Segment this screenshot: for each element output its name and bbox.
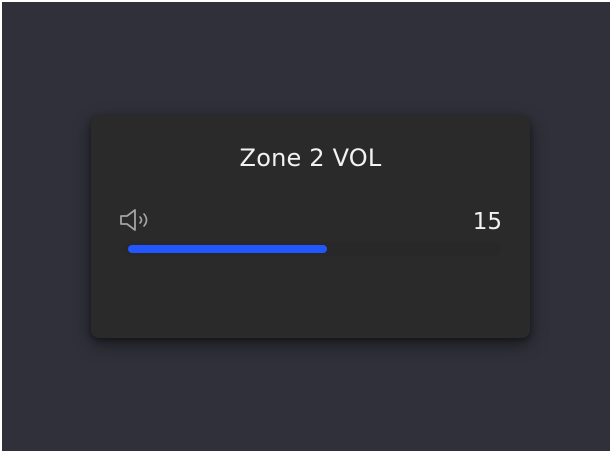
app-screen: Zone 2 VOL 15	[2, 2, 610, 451]
volume-slider[interactable]	[124, 242, 501, 256]
volume-card-title: Zone 2 VOL	[239, 144, 382, 172]
volume-card: Zone 2 VOL 15	[91, 116, 530, 338]
speaker-icon	[120, 209, 148, 231]
volume-slider-fill	[128, 245, 328, 253]
volume-value: 15	[472, 209, 502, 235]
